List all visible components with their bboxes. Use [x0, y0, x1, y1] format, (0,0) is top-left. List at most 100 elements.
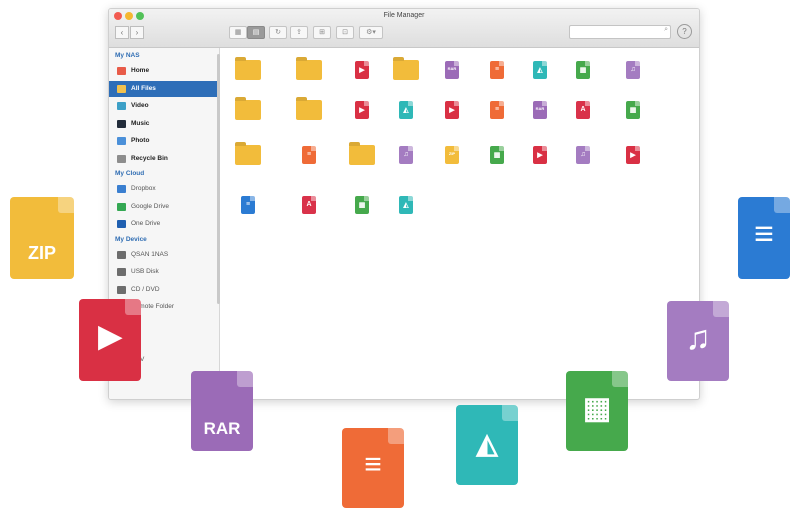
rar-big-icon: RAR: [191, 371, 253, 451]
nas-icon: [117, 250, 126, 259]
sidebar-item-label: Home: [131, 67, 150, 74]
sidebar-scrollbar[interactable]: [217, 54, 220, 304]
file-glyph: ▶: [537, 152, 543, 159]
magnifier-icon: ⌕: [664, 26, 668, 33]
window-title: File Manager: [383, 12, 425, 19]
file-glyph: A: [580, 106, 586, 113]
video-big-icon: ▶: [79, 299, 141, 381]
sidebar-item[interactable]: Home: [109, 63, 219, 79]
sidebar-item[interactable]: Google Drive: [109, 199, 219, 215]
sidebar-item[interactable]: All Files: [109, 80, 219, 97]
video-file-icon[interactable]: ▶: [355, 61, 369, 79]
title-bar: File Manager ‹ › ▦ ▤ ↻ ⇪ ⊞ ⊡ ⚙▾ ⌕ ?: [109, 9, 699, 48]
pdf-file-icon[interactable]: A: [576, 101, 590, 119]
sidebar-item[interactable]: One Drive: [109, 216, 219, 232]
sidebar-item[interactable]: Video: [109, 98, 219, 114]
video-file-icon[interactable]: ▶: [445, 101, 459, 119]
sidebar-item-label: Dropbox: [131, 185, 156, 192]
sidebar-section-title: My Device: [115, 235, 147, 243]
file-glyph: ▦: [358, 202, 366, 209]
sidebar-item[interactable]: QSAN 1NAS: [109, 247, 219, 263]
refresh-icon: ↻: [275, 29, 281, 36]
grid-view-icon: ▦: [234, 29, 242, 36]
ppt-file-icon[interactable]: ≡: [490, 61, 504, 79]
video-file-icon[interactable]: ▶: [533, 146, 547, 164]
zip-file-icon[interactable]: ZIP: [445, 146, 459, 164]
file-manager-window: File Manager ‹ › ▦ ▤ ↻ ⇪ ⊞ ⊡ ⚙▾ ⌕ ? My N…: [108, 8, 700, 400]
music-file-icon[interactable]: ♫: [399, 146, 413, 164]
new-folder-button[interactable]: ⊞: [313, 26, 331, 39]
image-file-icon[interactable]: ◭: [399, 101, 413, 119]
sidebar-item[interactable]: USB Disk: [109, 264, 219, 280]
video-file-icon[interactable]: ▶: [626, 146, 640, 164]
zip-folder-file-icon[interactable]: [235, 145, 261, 165]
search-input[interactable]: ⌕: [569, 25, 671, 39]
upload-button[interactable]: ⇪: [290, 26, 308, 39]
sidebar-item[interactable]: Recycle Bin: [109, 151, 219, 167]
refresh-button[interactable]: ↻: [269, 26, 287, 39]
chevron-left-icon: ‹: [120, 28, 124, 37]
folder-file-icon[interactable]: [296, 60, 322, 80]
pdf-file-icon[interactable]: A: [302, 196, 316, 214]
music-big-icon: ♫: [667, 301, 729, 381]
sidebar-item[interactable]: CD / DVD: [109, 282, 219, 298]
file-glyph: A: [306, 201, 312, 208]
help-button[interactable]: ?: [677, 24, 692, 39]
file-glyph: ≡: [306, 151, 312, 158]
settings-button[interactable]: ⚙▾: [359, 26, 383, 39]
video-file-icon[interactable]: ▶: [355, 101, 369, 119]
big-icon-label: ZIP: [27, 243, 56, 263]
file-glyph: ▦: [579, 67, 587, 74]
grid-view-button[interactable]: ▦: [229, 26, 247, 39]
big-icon-label: ≡: [364, 448, 382, 481]
file-glyph: ▶: [359, 107, 365, 114]
sheet-file-icon[interactable]: ▦: [576, 61, 590, 79]
sheet-file-icon[interactable]: ▦: [490, 146, 504, 164]
sidebar-section-title: My Cloud: [115, 170, 145, 177]
trash-icon: [117, 154, 126, 163]
google-drive-icon: [117, 202, 126, 211]
big-icon-label: RAR: [203, 419, 241, 438]
sheet-file-icon[interactable]: ▦: [626, 101, 640, 119]
image-big-icon: ◭: [456, 405, 518, 485]
new-file-button[interactable]: ⊡: [336, 26, 354, 39]
list-view-button[interactable]: ▤: [247, 26, 265, 39]
file-glyph: ▦: [629, 107, 637, 114]
file-glyph: ▦: [493, 152, 501, 159]
file-glyph: ◭: [403, 202, 409, 209]
file-grid: ▶ RAR ≡ ◭ ▦ ♫ ▶ ◭ ▶ ≡ RAR A ▦ ≡ ♫ ZIP ▦ ▶ ♫ ▶ ≡ A ▦ ◭: [221, 48, 699, 399]
zip-folder-file-icon[interactable]: [235, 100, 261, 120]
list-view-icon: ▤: [252, 29, 260, 36]
doc-file-icon[interactable]: ≡: [241, 196, 255, 214]
sidebar-item[interactable]: Photo: [109, 133, 219, 149]
file-glyph: RAR: [447, 66, 457, 71]
sidebar-item[interactable]: Music: [109, 116, 219, 132]
sheet-file-icon[interactable]: ▦: [355, 196, 369, 214]
ppt-file-icon[interactable]: ≡: [490, 101, 504, 119]
zip-folder-file-icon[interactable]: [349, 145, 375, 165]
ppt-file-icon[interactable]: ≡: [302, 146, 316, 164]
music-file-icon[interactable]: ♫: [626, 61, 640, 79]
settings-icon: ⚙▾: [366, 29, 376, 36]
sidebar-item[interactable]: Dropbox: [109, 181, 219, 197]
folder-file-icon[interactable]: [235, 60, 261, 80]
big-icon-label: ≡: [754, 215, 774, 253]
back-button[interactable]: ‹: [115, 26, 129, 39]
zip-folder-file-icon[interactable]: [296, 100, 322, 120]
music-file-icon[interactable]: ♫: [576, 146, 590, 164]
sidebar-item-label: QSAN 1NAS: [131, 250, 169, 258]
big-icon-label: ◭: [476, 428, 498, 459]
image-file-icon[interactable]: ◭: [399, 196, 413, 214]
file-glyph: ≡: [245, 201, 251, 208]
file-glyph: ≡: [494, 106, 500, 113]
sidebar-item-label: Music: [131, 119, 150, 127]
zip-folder-file-icon[interactable]: [393, 60, 419, 80]
big-icon-label: ▶: [98, 320, 122, 353]
chevron-right-icon: ›: [135, 28, 139, 37]
upload-icon: ⇪: [296, 29, 302, 36]
rar-file-icon[interactable]: RAR: [445, 61, 459, 79]
forward-button[interactable]: ›: [130, 26, 144, 39]
file-glyph: ◭: [537, 67, 543, 74]
image-file-icon[interactable]: ◭: [533, 61, 547, 79]
rar-file-icon[interactable]: RAR: [533, 101, 547, 119]
